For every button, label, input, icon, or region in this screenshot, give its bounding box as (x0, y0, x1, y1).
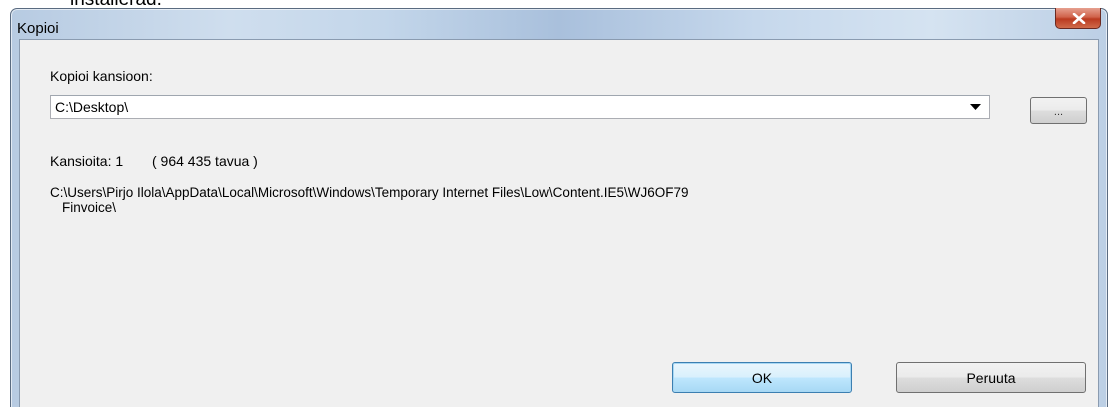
target-folder-combobox[interactable]: C:\Desktop\ (50, 95, 990, 119)
window-title: Kopioi (17, 20, 59, 37)
close-icon (1072, 13, 1086, 24)
close-button[interactable] (1055, 8, 1101, 29)
folders-count-label: Kansioita: 1 (50, 153, 123, 169)
size-text: ( 964 435 tavua ) (152, 153, 258, 169)
chevron-down-icon (970, 104, 981, 110)
target-folder-value: C:\Desktop\ (55, 99, 129, 115)
copy-dialog: Kopioi Kopioi kansioon: C:\Desktop\ ... … (10, 8, 1108, 407)
browse-button[interactable]: ... (1030, 97, 1087, 124)
screenshot: installerad. Kopioi Kopioi kansioon: C:\… (0, 0, 1117, 407)
target-folder-label: Kopioi kansioon: (50, 68, 153, 84)
folders-count: 1 (115, 153, 124, 169)
source-path-line-1: C:\Users\Pirjo Ilola\AppData\Local\Micro… (50, 185, 689, 200)
dialog-content: Kopioi kansioon: C:\Desktop\ ... Kansioi… (19, 39, 1099, 407)
source-path-line-2: Finvoice\ (62, 200, 117, 215)
combobox-dropdown-button[interactable] (967, 96, 985, 118)
cancel-button[interactable]: Peruuta (896, 362, 1086, 393)
ok-button[interactable]: OK (672, 362, 852, 393)
folders-label: Kansioita: (50, 153, 112, 169)
